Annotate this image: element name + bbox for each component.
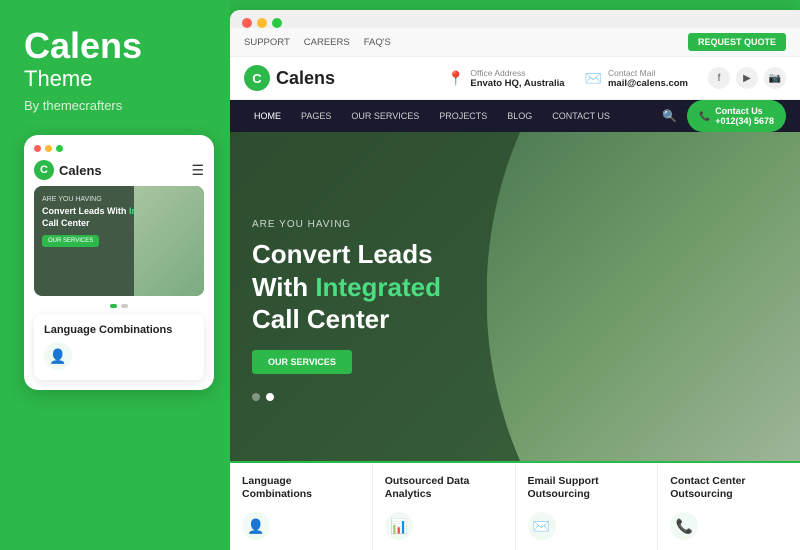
- mockup-dots-nav: [34, 304, 204, 308]
- mockup-header: C Calens ☰: [34, 160, 204, 180]
- nav-contact-text: Contact Us +012(34) 5678: [715, 106, 774, 126]
- nav-link-projects[interactable]: PROJECTS: [429, 101, 497, 131]
- mockup-dot-yellow: [45, 145, 52, 152]
- contact-value: mail@calens.com: [608, 78, 688, 89]
- hamburger-icon[interactable]: ☰: [191, 162, 204, 179]
- topbar-links: SUPPORT CAREERS FAQ'S: [244, 37, 391, 48]
- mockup-hero-title-text: Convert Leads With: [42, 206, 129, 216]
- hero-title-green: Integrated: [315, 272, 441, 302]
- service-card-icon-3: 📞: [670, 512, 698, 540]
- mockup-card-icon: 👤: [44, 342, 72, 370]
- service-card-language: Language Combinations 👤: [230, 463, 373, 550]
- service-card-icon-1: 📊: [385, 512, 413, 540]
- mockup-dot-red: [34, 145, 41, 152]
- service-card-icon-0: 👤: [242, 512, 270, 540]
- browser-dot-green: [272, 18, 282, 28]
- mockup-logo-icon: C: [34, 160, 54, 180]
- nav-link-contact[interactable]: CONTACT US: [542, 101, 620, 131]
- service-card-analytics: Outsourced Data Analytics 📊: [373, 463, 516, 550]
- nav-right: 🔍 📞 Contact Us +012(34) 5678: [662, 100, 786, 132]
- hero-title-line1: Convert Leads: [252, 239, 433, 269]
- office-info: Office Address Envato HQ, Australia: [470, 68, 564, 89]
- service-card-email: Email Support Outsourcing ✉️: [516, 463, 659, 550]
- nav-link-pages[interactable]: PAGES: [291, 101, 341, 131]
- site-header: C Calens 📍 Office Address Envato HQ, Aus…: [230, 57, 800, 100]
- instagram-icon[interactable]: 📷: [764, 67, 786, 89]
- hero-title: Convert Leads With Integrated Call Cente…: [252, 238, 552, 336]
- hero-cta-button[interactable]: OUR SERVICES: [252, 350, 352, 374]
- mockup-service-card: Language Combinations 👤: [34, 314, 204, 380]
- service-card-title-2: Email Support Outsourcing: [528, 475, 646, 502]
- mockup-hero-bg: [134, 186, 204, 296]
- site-header-info: 📍 Office Address Envato HQ, Australia ✉️…: [447, 67, 786, 89]
- hero-dots-nav: [252, 393, 274, 401]
- contact-info: Contact Mail mail@calens.com: [608, 68, 688, 89]
- site-logo-icon: C: [244, 65, 270, 91]
- social-icons: f ▶ 📷: [708, 67, 786, 89]
- mockup-logo: C Calens: [34, 160, 102, 180]
- office-label: Office Address: [470, 68, 564, 78]
- brand-subtitle: Theme: [24, 66, 206, 92]
- service-card-contact-center: Contact Center Outsourcing 📞: [658, 463, 800, 550]
- browser-dot-red: [242, 18, 252, 28]
- mockup-dot-green: [56, 145, 63, 152]
- contact-btn-label: Contact Us: [715, 106, 763, 116]
- site-topbar: SUPPORT CAREERS FAQ'S REQUEST QUOTE: [230, 28, 800, 57]
- hero-title-line2: With: [252, 272, 315, 302]
- site-nav: HOME PAGES OUR SERVICES PROJECTS BLOG CO…: [230, 100, 800, 132]
- phone-icon: 📞: [699, 111, 710, 122]
- contact-btn-phone: +012(34) 5678: [715, 116, 774, 126]
- brand-title: Calens: [24, 28, 206, 64]
- topbar-link-faqs[interactable]: FAQ'S: [364, 37, 391, 48]
- hero-title-line3: Call Center: [252, 304, 389, 334]
- nav-links: HOME PAGES OUR SERVICES PROJECTS BLOG CO…: [244, 101, 620, 131]
- service-card-title-0: Language Combinations: [242, 475, 360, 502]
- contact-mail-item: ✉️ Contact Mail mail@calens.com: [585, 68, 688, 89]
- browser-window-controls: [242, 18, 282, 28]
- youtube-icon[interactable]: ▶: [736, 67, 758, 89]
- service-card-icon-2: ✉️: [528, 512, 556, 540]
- service-card-title-1: Outsourced Data Analytics: [385, 475, 503, 502]
- topbar-link-support[interactable]: SUPPORT: [244, 37, 290, 48]
- left-panel: Calens Theme By themecrafters C Calens ☰…: [0, 0, 230, 550]
- mockup-hero-title2: Call Center: [42, 218, 90, 228]
- mockup-card-title: Language Combinations: [44, 324, 194, 336]
- facebook-icon[interactable]: f: [708, 67, 730, 89]
- right-panel: SUPPORT CAREERS FAQ'S REQUEST QUOTE C Ca…: [230, 10, 800, 550]
- nav-contact-button[interactable]: 📞 Contact Us +012(34) 5678: [687, 100, 786, 132]
- brand-by: By themecrafters: [24, 98, 206, 113]
- nav-link-blog[interactable]: BLOG: [497, 101, 542, 131]
- mockup-nav-dot-1: [110, 304, 117, 308]
- topbar-link-careers[interactable]: CAREERS: [304, 37, 350, 48]
- site-logo: C Calens: [244, 65, 335, 91]
- mail-icon: ✉️: [585, 70, 602, 87]
- office-value: Envato HQ, Australia: [470, 78, 564, 89]
- nav-link-home[interactable]: HOME: [244, 101, 291, 131]
- mockup-nav-dot-2: [121, 304, 128, 308]
- search-icon[interactable]: 🔍: [662, 109, 677, 123]
- contact-label: Contact Mail: [608, 68, 688, 78]
- hero-dot-2: [266, 393, 274, 401]
- mockup-logo-text: Calens: [59, 163, 102, 178]
- request-quote-button[interactable]: REQUEST QUOTE: [688, 33, 786, 51]
- hero-section: ARE YOU HAVING Convert Leads With Integr…: [230, 132, 800, 461]
- location-icon: 📍: [447, 70, 464, 87]
- browser-chrome: [230, 10, 800, 28]
- service-cards: Language Combinations 👤 Outsourced Data …: [230, 461, 800, 550]
- browser-dot-yellow: [257, 18, 267, 28]
- hero-dot-1: [252, 393, 260, 401]
- site-logo-text: Calens: [276, 68, 335, 89]
- mockup-hero: ARE YOU HAVING Convert Leads With Integr…: [34, 186, 204, 296]
- mobile-mockup: C Calens ☰ ARE YOU HAVING Convert Leads …: [24, 135, 214, 390]
- nav-link-services[interactable]: OUR SERVICES: [341, 101, 429, 131]
- mockup-window-controls: [34, 145, 204, 152]
- service-card-title-3: Contact Center Outsourcing: [670, 475, 788, 502]
- office-address-item: 📍 Office Address Envato HQ, Australia: [447, 68, 565, 89]
- mockup-hero-btn[interactable]: OUR SERVICES: [42, 235, 99, 247]
